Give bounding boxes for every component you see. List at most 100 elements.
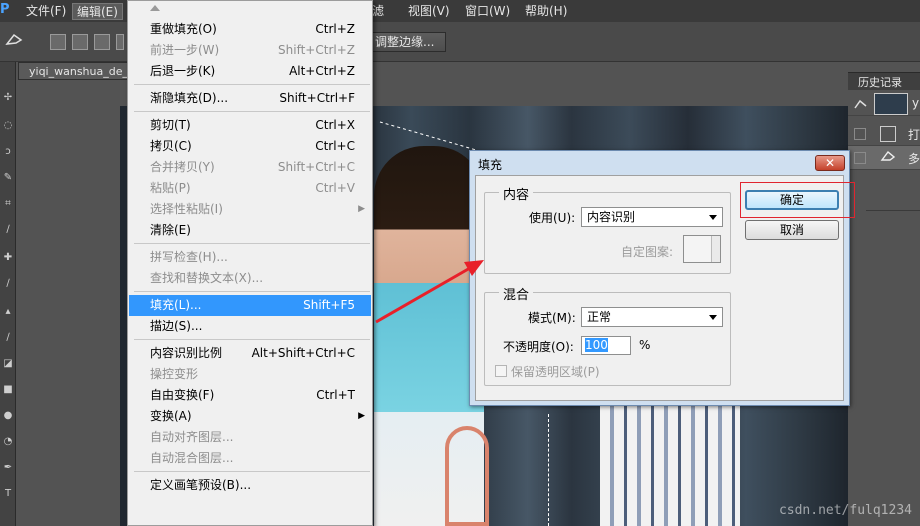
edit-menu-item-shortcut: Shift+Ctrl+Z	[278, 43, 355, 57]
menu-separator	[134, 84, 370, 85]
menu-separator	[134, 471, 370, 472]
mode-select[interactable]: 正常	[581, 307, 723, 327]
intersect-selection-icon[interactable]	[116, 34, 124, 50]
edit-menu-item[interactable]: 自动对齐图层...	[129, 427, 371, 448]
quick-select-icon[interactable]: ✎	[2, 172, 14, 184]
edit-menu-item-label: 描边(S)...	[150, 319, 203, 333]
menu-separator	[134, 243, 370, 244]
edit-menu-item-label: 定义画笔预设(B)...	[150, 478, 252, 492]
edit-menu-item[interactable]: 渐隐填充(D)... Shift+Ctrl+F	[129, 88, 371, 109]
history-panel-title: 历史记录	[858, 76, 902, 89]
edit-menu-item[interactable]: 填充(L)... Shift+F5	[129, 295, 371, 316]
menu-help[interactable]: 帮助(H)	[521, 3, 571, 20]
edit-menu-item[interactable]: 粘贴(P) Ctrl+V	[129, 178, 371, 199]
edit-menu-item-label: 操控变形	[150, 367, 199, 381]
edit-menu-item[interactable]: 内容识别比例 Alt+Shift+Ctrl+C	[129, 343, 371, 364]
gradient-tool-icon[interactable]: ■	[2, 384, 14, 396]
edit-menu-item-shortcut: Ctrl+V	[315, 181, 355, 195]
edit-menu-item-label: 重做填充(O)	[150, 22, 217, 36]
eyedropper-icon[interactable]: ∕	[2, 224, 14, 236]
type-tool-icon[interactable]: T	[2, 488, 14, 500]
history-panel-tab[interactable]: 历史记录	[848, 72, 920, 90]
edit-menu-item[interactable]: 描边(S)...	[129, 316, 371, 337]
subtract-selection-icon[interactable]	[94, 34, 110, 50]
edit-menu-item-shortcut: Ctrl+X	[315, 118, 355, 132]
menu-view[interactable]: 视图(V)	[404, 3, 454, 20]
annotation-highlight-box	[740, 182, 855, 218]
opacity-value: 100	[585, 338, 608, 352]
edit-menu-item[interactable]: 剪切(T) Ctrl+X	[129, 115, 371, 136]
dialog-title: 填充	[478, 158, 503, 172]
chevron-down-icon	[709, 215, 717, 220]
new-selection-icon[interactable]	[50, 34, 66, 50]
mode-select-value: 正常	[587, 310, 612, 324]
use-select-value: 内容识别	[587, 210, 636, 224]
lasso-tool-icon[interactable]	[4, 32, 24, 50]
history-row-selected[interactable]: 多	[848, 146, 920, 170]
edit-menu-item-label: 填充(L)...	[150, 298, 202, 312]
edit-menu-item[interactable]: 变换(A) ▶	[129, 406, 371, 427]
menu-edit[interactable]: 编辑(E)	[72, 3, 123, 20]
custom-pattern-label: 自定图案:	[621, 245, 674, 259]
use-select[interactable]: 内容识别	[581, 207, 723, 227]
eraser-icon[interactable]: ◪	[2, 358, 14, 370]
selection-marquee	[548, 414, 550, 526]
snapshot-thumbnail	[874, 93, 908, 115]
edit-menu-item-label: 清除(E)	[150, 223, 191, 237]
selection-marquee-top	[379, 121, 477, 151]
edit-menu-item-label: 内容识别比例	[150, 346, 223, 360]
crop-tool-icon[interactable]: ⌗	[2, 198, 14, 210]
document-tab[interactable]: yiqi_wanshua_de_e	[18, 62, 130, 80]
edit-menu-item[interactable]: 重做填充(O) Ctrl+Z	[129, 19, 371, 40]
edit-menu-item-shortcut: Shift+Ctrl+F	[279, 91, 355, 105]
edit-menu-item[interactable]: 操控变形	[129, 364, 371, 385]
opacity-label: 不透明度(O):	[503, 340, 574, 354]
edit-menu-item[interactable]: 定义画笔预设(B)...	[129, 475, 371, 496]
healing-brush-icon[interactable]: ✚	[2, 252, 14, 264]
history-brush-icon[interactable]: ∕	[2, 332, 14, 344]
photo-bucket-handle	[445, 426, 489, 526]
annotation-arrow	[375, 260, 484, 324]
edit-menu-item[interactable]: 清除(E)	[129, 220, 371, 241]
refine-edge-button[interactable]: 调整边缘...	[368, 32, 446, 52]
blend-group: 混合 模式(M): 正常 不透明度(O): 100 % 保留透明区域(P)	[484, 284, 731, 386]
edit-menu-item-shortcut: Shift+F5	[303, 298, 355, 312]
history-panel: 历史记录 y 打 多	[848, 62, 920, 526]
edit-menu-item[interactable]: 自由变换(F) Ctrl+T	[129, 385, 371, 406]
edit-menu-item-shortcut: Ctrl+Z	[315, 22, 355, 36]
close-button[interactable]: ✕	[815, 155, 845, 171]
menu-scroll-up-icon[interactable]	[150, 5, 160, 11]
lasso-tool-icon[interactable]: ↄ	[2, 146, 14, 158]
history-checkbox[interactable]	[854, 152, 866, 164]
history-row-label: y	[912, 96, 920, 110]
history-row[interactable]: 打	[848, 122, 920, 146]
brush-tool-icon[interactable]: ∕	[2, 278, 14, 290]
edit-menu-item[interactable]: 拷贝(C) Ctrl+C	[129, 136, 371, 157]
edit-menu-item[interactable]: 拼写检查(H)...	[129, 247, 371, 268]
cancel-button[interactable]: 取消	[745, 220, 839, 240]
dodge-tool-icon[interactable]: ◔	[2, 436, 14, 448]
move-tool-icon[interactable]: ✢	[2, 92, 14, 104]
history-row[interactable]: y	[848, 92, 920, 116]
menu-file[interactable]: 文件(F)	[22, 3, 70, 20]
pen-tool-icon[interactable]: ✒	[2, 462, 14, 474]
edit-menu-item-label: 自由变换(F)	[150, 388, 215, 402]
menu-separator	[134, 339, 370, 340]
edit-menu-item[interactable]: 自动混合图层...	[129, 448, 371, 469]
clone-stamp-icon[interactable]: ▴	[2, 306, 14, 318]
preserve-transparency-checkbox[interactable]	[495, 365, 507, 377]
menu-window[interactable]: 窗口(W)	[461, 3, 514, 20]
edit-menu-item[interactable]: 前进一步(W) Shift+Ctrl+Z	[129, 40, 371, 61]
blur-tool-icon[interactable]: ●	[2, 410, 14, 422]
edit-menu-item[interactable]: 后退一步(K) Alt+Ctrl+Z	[129, 61, 371, 82]
edit-menu-item-label: 拼写检查(H)...	[150, 250, 228, 264]
edit-menu-item[interactable]: 选择性粘贴(I) ▶	[129, 199, 371, 220]
edit-menu-item[interactable]: 合并拷贝(Y) Shift+Ctrl+C	[129, 157, 371, 178]
add-to-selection-icon[interactable]	[72, 34, 88, 50]
opacity-input[interactable]: 100	[581, 336, 631, 355]
history-checkbox[interactable]	[854, 128, 866, 140]
opacity-unit: %	[639, 338, 651, 352]
photo-boy-figure	[600, 396, 740, 526]
edit-menu-item[interactable]: 查找和替换文本(X)...	[129, 268, 371, 289]
marquee-tool-icon[interactable]: ◌	[2, 120, 14, 132]
